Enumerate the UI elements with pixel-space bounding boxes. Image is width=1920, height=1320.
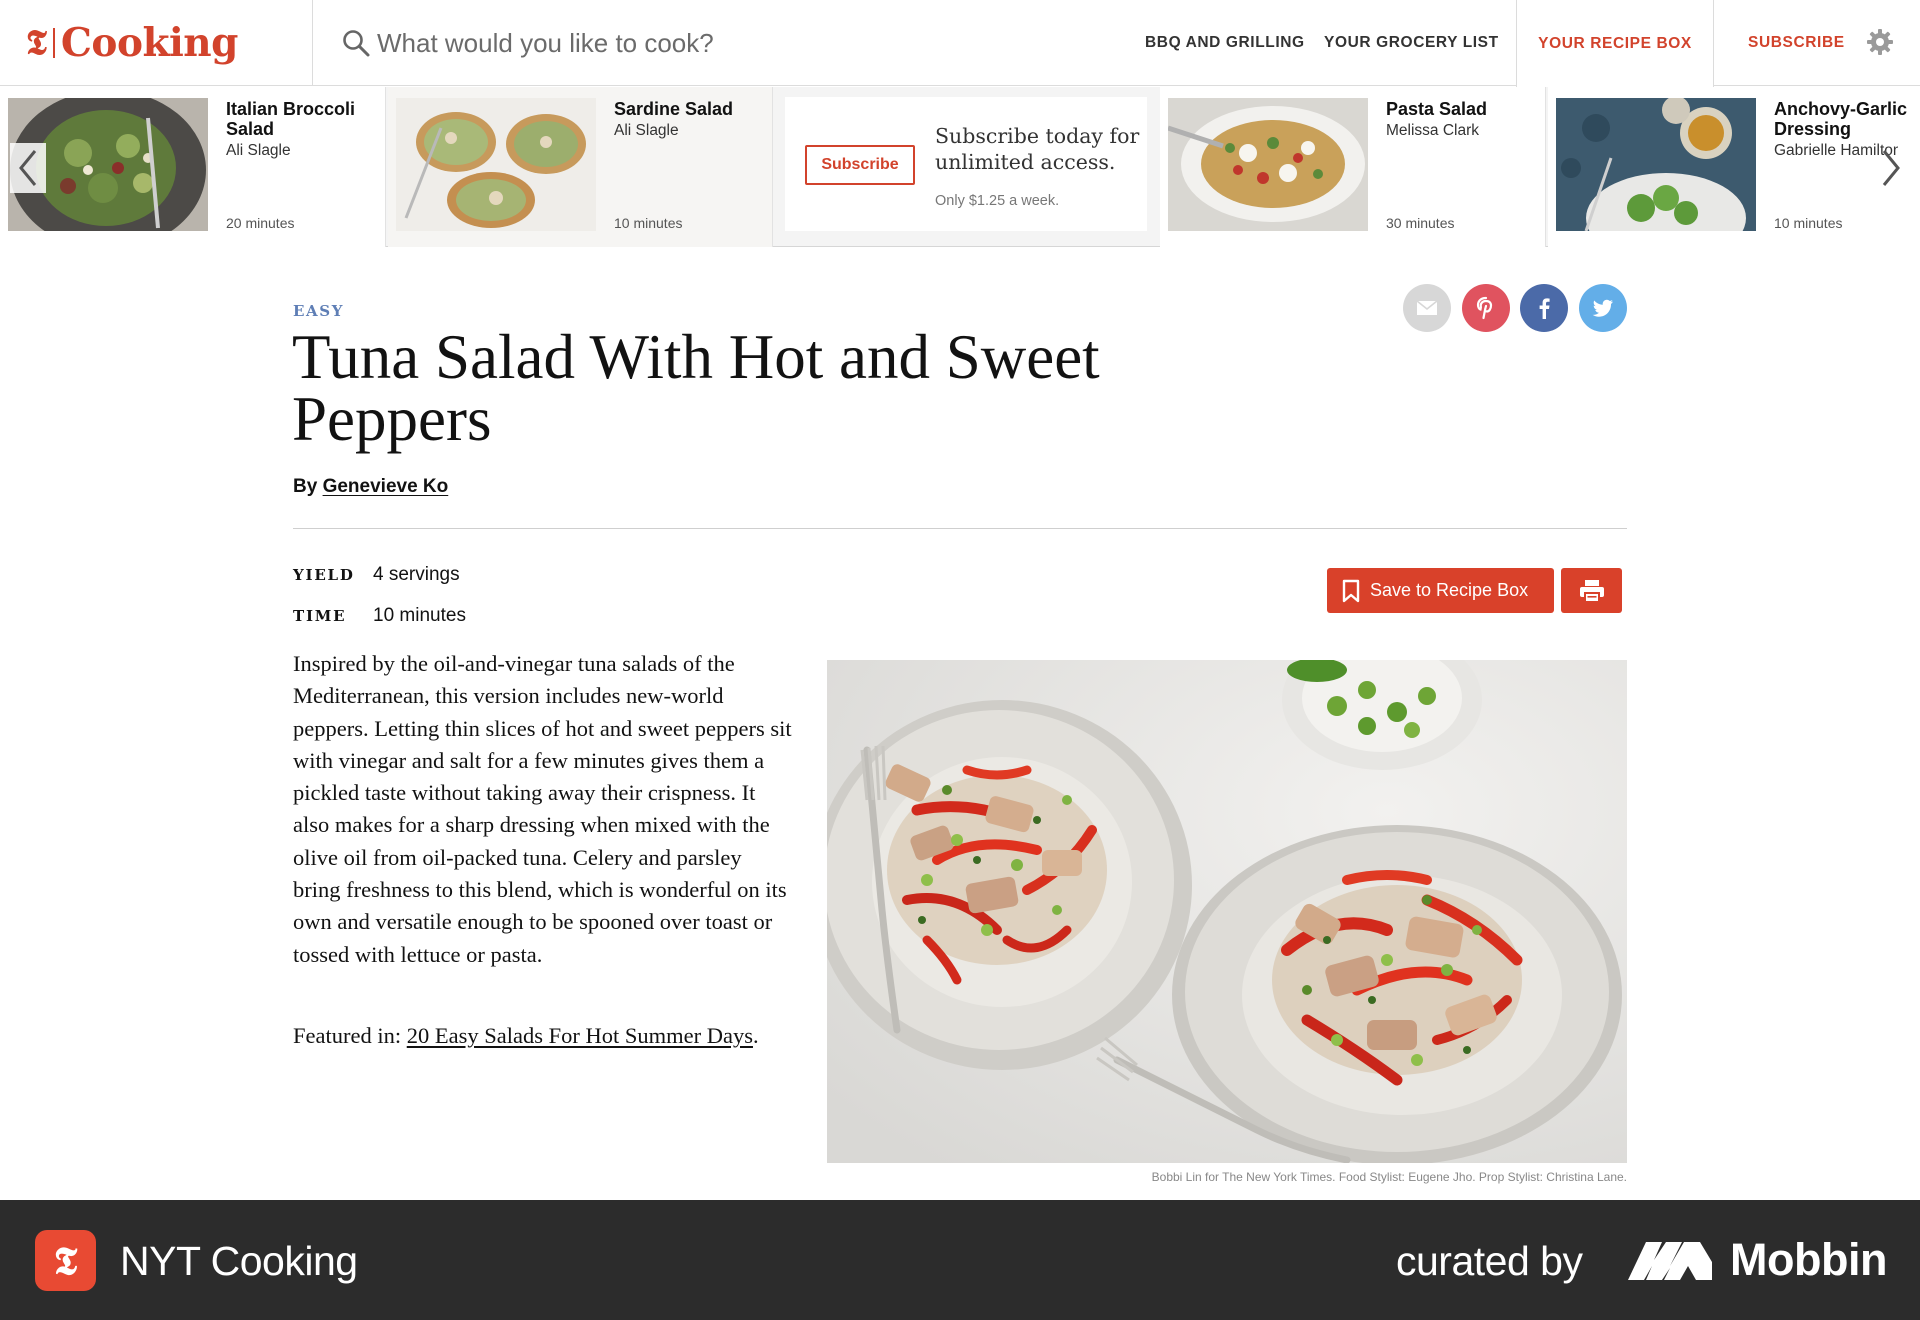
yield-value: 4 servings bbox=[373, 564, 460, 585]
card-author: Ali Slagle bbox=[226, 142, 291, 159]
photo-credit: Bobbi Lin for The New York Times. Food S… bbox=[1151, 1170, 1627, 1184]
nav-recipe-box[interactable]: YOUR RECIPE BOX bbox=[1516, 0, 1714, 87]
recipe-thumbnail bbox=[396, 98, 596, 231]
chevron-right-icon bbox=[1882, 150, 1900, 186]
nav-grocery-list[interactable]: YOUR GROCERY LIST bbox=[1324, 0, 1499, 86]
difficulty-label: EASY bbox=[293, 302, 345, 320]
featured-link[interactable]: 20 Easy Salads For Hot Summer Days bbox=[407, 1023, 753, 1048]
footer-curated-by: curated by bbox=[1396, 1238, 1583, 1284]
search-input[interactable] bbox=[377, 27, 1077, 59]
subscribe-promo: Subscribe Subscribe today for unlimited … bbox=[785, 97, 1147, 231]
promo-headline: Subscribe today for unlimited access. bbox=[935, 124, 1140, 174]
header-divider bbox=[293, 528, 1627, 529]
featured-label: Featured in: bbox=[293, 1023, 402, 1048]
carousel-card[interactable]: Pasta Salad Melissa Clark 30 minutes bbox=[1160, 87, 1546, 247]
nav-bbq-and-grilling[interactable]: BBQ AND GRILLING bbox=[1145, 0, 1305, 86]
card-title: Pasta Salad Melissa Clark bbox=[1386, 99, 1536, 141]
featured-in: Featured in: 20 Easy Salads For Hot Summ… bbox=[293, 1020, 793, 1053]
time-value: 10 minutes bbox=[373, 605, 466, 626]
nyt-logo-mark: 𝕿 bbox=[26, 23, 47, 63]
gear-icon[interactable] bbox=[1866, 28, 1894, 56]
footer-brand: Mobbin bbox=[1730, 1234, 1887, 1285]
print-button[interactable] bbox=[1561, 568, 1622, 613]
carousel-card[interactable]: Italian Broccoli Salad Ali Slagle 20 min… bbox=[0, 87, 386, 247]
author-link[interactable]: Genevieve Ko bbox=[323, 476, 449, 497]
nyt-cooking-app-icon: 𝕿 bbox=[35, 1230, 96, 1291]
share-email-button[interactable] bbox=[1403, 284, 1451, 332]
recipe-carousel: Italian Broccoli Salad Ali Slagle 20 min… bbox=[0, 87, 1920, 247]
share-twitter-button[interactable] bbox=[1579, 284, 1627, 332]
card-time: 30 minutes bbox=[1386, 215, 1455, 231]
carousel-prev-button[interactable] bbox=[10, 143, 46, 193]
print-icon bbox=[1579, 579, 1604, 603]
logo-divider bbox=[52, 28, 55, 58]
yield-label: YIELD bbox=[293, 566, 355, 584]
carousel-next-button[interactable] bbox=[1873, 143, 1909, 193]
twitter-icon bbox=[1592, 299, 1613, 317]
promo-subscribe-button[interactable]: Subscribe bbox=[805, 145, 915, 185]
pinterest-icon bbox=[1476, 296, 1493, 320]
top-header: 𝕿 Cooking BBQ AND GRILLING YOUR GROCERY … bbox=[0, 0, 1920, 87]
save-to-recipe-box-button[interactable]: Save to Recipe Box bbox=[1327, 568, 1554, 613]
byline-prefix: By bbox=[293, 476, 318, 497]
chevron-left-icon bbox=[19, 150, 37, 186]
card-time: 10 minutes bbox=[614, 215, 683, 231]
card-time: 10 minutes bbox=[1774, 215, 1843, 231]
recipe-thumbnail bbox=[1556, 98, 1756, 231]
save-button-label: Save to Recipe Box bbox=[1370, 580, 1529, 600]
cooking-logo[interactable]: 𝕿 Cooking bbox=[26, 18, 238, 68]
email-icon bbox=[1416, 300, 1438, 315]
card-author: Melissa Clark bbox=[1386, 122, 1480, 139]
facebook-icon bbox=[1539, 298, 1550, 319]
search-icon bbox=[343, 30, 370, 57]
logo-wordmark: Cooking bbox=[60, 19, 239, 66]
time-label: TIME bbox=[293, 607, 347, 625]
byline: By Genevieve Ko bbox=[293, 476, 448, 498]
card-time: 20 minutes bbox=[226, 215, 295, 231]
search-bar[interactable] bbox=[312, 0, 1142, 86]
share-facebook-button[interactable] bbox=[1520, 284, 1568, 332]
bookmark-icon bbox=[1342, 579, 1360, 602]
card-title: Sardine Salad Ali Slagle bbox=[614, 99, 764, 141]
recipe-hero-image bbox=[827, 660, 1627, 1163]
recipe-thumbnail bbox=[1168, 98, 1368, 231]
card-author: Ali Slagle bbox=[614, 122, 679, 139]
carousel-card[interactable]: Anchovy-Garlic Dressing Gabrielle Hamilt… bbox=[1548, 87, 1920, 247]
footer-app-name: NYT Cooking bbox=[120, 1238, 358, 1284]
promo-price: Only $1.25 a week. bbox=[935, 193, 1060, 209]
card-title: Italian Broccoli Salad Ali Slagle bbox=[226, 99, 376, 161]
featured-end: . bbox=[752, 1023, 759, 1048]
recipe-description: Inspired by the oil-and-vinegar tuna sal… bbox=[293, 651, 792, 967]
carousel-card[interactable]: Sardine Salad Ali Slagle 10 minutes bbox=[388, 87, 773, 247]
nav-subscribe[interactable]: SUBSCRIBE bbox=[1748, 0, 1845, 86]
share-pinterest-button[interactable] bbox=[1462, 284, 1510, 332]
recipe-title: Tuna Salad With Hot and Sweet Peppers bbox=[292, 322, 1100, 454]
footer-bar: 𝕿 NYT Cooking curated by Mobbin bbox=[0, 1200, 1920, 1320]
mobbin-logo-icon bbox=[1628, 1242, 1712, 1280]
